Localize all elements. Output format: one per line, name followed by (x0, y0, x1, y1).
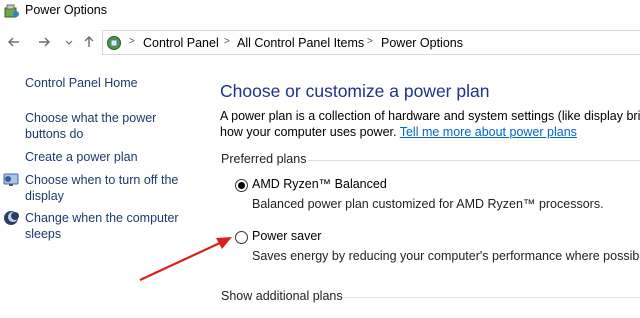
sidebar-link-label: Choose what the power (25, 111, 157, 125)
description-text: how your computer uses power. (220, 125, 397, 139)
sidebar-link-label: display (25, 189, 64, 203)
plan-name-amd-balanced[interactable]: AMD Ryzen™ Balanced (252, 177, 387, 191)
sidebar-link-create-power-plan[interactable]: Create a power plan (25, 149, 138, 165)
plan-radio-amd-balanced[interactable] (235, 179, 248, 192)
window-title: Power Options (25, 3, 107, 17)
plan-name-power-saver[interactable]: Power saver (252, 229, 321, 243)
preferred-plans-label: Preferred plans (221, 152, 307, 166)
breadcrumb-control-panel[interactable]: Control Panel (143, 36, 219, 50)
up-arrow-icon[interactable] (80, 32, 98, 52)
title-bar: Power Options (0, 0, 640, 24)
breadcrumb-separator: > (129, 36, 135, 47)
sidebar-link-label: Choose when to turn off the (25, 173, 179, 187)
recent-locations-chevron-down-icon[interactable] (60, 32, 78, 52)
breadcrumb-all-control-panel-items[interactable]: All Control Panel Items (237, 36, 364, 50)
control-panel-icon (107, 36, 121, 50)
sidebar-link-label: Change when the computer (25, 211, 179, 225)
monitor-icon (3, 173, 19, 186)
radio-selected-dot (238, 182, 245, 189)
plan-description: Balanced power plan customized for AMD R… (252, 197, 604, 211)
red-arrow-annotation-icon (139, 237, 232, 281)
sidebar-link-control-panel-home[interactable]: Control Panel Home (25, 75, 138, 91)
page-description: A power plan is a collection of hardware… (220, 108, 640, 140)
breadcrumb-separator: > (367, 36, 373, 47)
back-arrow-icon[interactable] (5, 32, 23, 52)
sidebar-link-power-buttons[interactable]: Choose what the power buttons do (25, 110, 156, 142)
tell-me-more-link[interactable]: Tell me more about power plans (400, 125, 577, 139)
section-divider (308, 160, 640, 161)
power-options-icon (4, 4, 19, 18)
sidebar-link-label: sleeps (25, 227, 62, 241)
moon-icon (4, 211, 19, 225)
sidebar-link-label: buttons do (25, 127, 84, 141)
plan-description: Saves energy by reducing your computer's… (252, 249, 640, 263)
breadcrumb-separator: > (224, 36, 230, 47)
description-text: A power plan is a collection of hardware… (220, 109, 640, 123)
section-divider (342, 297, 640, 298)
breadcrumb-power-options[interactable]: Power Options (381, 36, 463, 50)
navigation-bar: > Control Panel > All Control Panel Item… (0, 30, 640, 56)
show-additional-plans-toggle[interactable]: Show additional plans (221, 289, 343, 303)
sidebar-link-turn-off-display[interactable]: Choose when to turn off the display (25, 172, 178, 204)
forward-arrow-icon[interactable] (35, 32, 53, 52)
address-bar[interactable]: > Control Panel > All Control Panel Item… (102, 30, 640, 55)
page-title: Choose or customize a power plan (220, 81, 490, 101)
